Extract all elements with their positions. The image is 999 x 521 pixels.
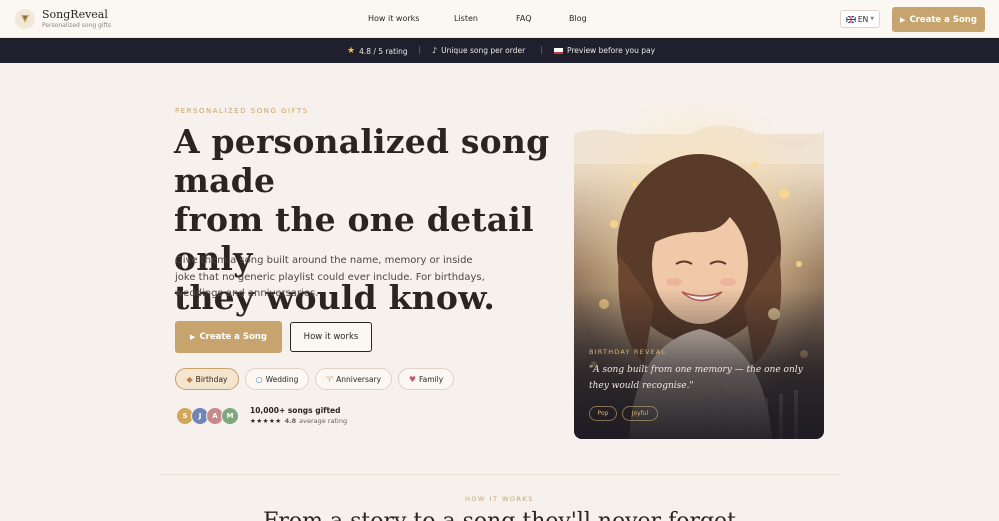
brand-name[interactable]: SongReveal — [42, 8, 108, 21]
play-icon: ▶ — [190, 333, 196, 341]
header-cta-label: Create a Song — [909, 14, 977, 25]
create-song-button[interactable]: ▶ Create a Song — [175, 321, 282, 353]
chip-label: Wedding — [265, 374, 299, 384]
trust-preview-text: Preview before you pay — [567, 46, 656, 55]
trust-preview: Preview before you pay — [554, 46, 655, 55]
rating-stars-icon: ★★★★★ — [250, 417, 282, 425]
rating-value: 4.8 — [284, 417, 297, 425]
language-selector[interactable]: EN ▼ — [840, 10, 880, 28]
occasion-chip-family[interactable]: ♥ Family — [398, 368, 454, 390]
chevron-down-icon: ▼ — [870, 16, 875, 22]
hero-image-card: BIRTHDAY REVEAL "A song built from one m… — [574, 104, 824, 439]
logo-icon[interactable] — [15, 9, 35, 29]
site-header: SongReveal Personalized song gifts How i… — [0, 0, 999, 38]
occasion-chip-anniversary[interactable]: ♈ Anniversary — [315, 368, 392, 390]
hero-eyebrow: PERSONALIZED SONG GIFTS — [175, 107, 309, 115]
chip-label: Anniversary — [336, 374, 382, 384]
occasion-chip-birthday[interactable]: ◆ Birthday — [175, 368, 239, 390]
play-icon: ▶ — [900, 15, 906, 24]
trust-rating: ★ 4.8 / 5 rating — [347, 46, 408, 56]
music-note-icon: ♪ — [432, 46, 438, 55]
uk-flag-icon — [845, 15, 856, 23]
social-proof-title: 10,000+ songs gifted — [250, 406, 341, 415]
trust-rating-text: 4.8 / 5 rating — [359, 46, 408, 56]
social-proof-rating: ★★★★★ 4.8 average rating — [250, 417, 347, 425]
champagne-icon: ♈ — [325, 374, 334, 384]
hero-lead: Give them a song built around the name, … — [175, 255, 485, 299]
cake-icon: ◆ — [186, 374, 193, 384]
nav-listen[interactable]: Listen — [454, 14, 478, 23]
create-song-label: Create a Song — [199, 332, 267, 342]
ring-icon: ○ — [255, 374, 263, 384]
rating-suffix: average rating — [299, 417, 348, 425]
family-icon: ♥ — [408, 374, 417, 384]
card-tag-pop: Pop — [589, 406, 617, 421]
chip-label: Birthday — [195, 374, 228, 384]
trust-bar: ★ 4.8 / 5 rating | ♪ Unique song per ord… — [0, 38, 999, 63]
card-eyebrow: BIRTHDAY REVEAL — [589, 348, 667, 356]
envelope-icon — [554, 47, 563, 54]
nav-blog[interactable]: Blog — [569, 14, 587, 23]
card-tag-joyful: Joyful — [622, 406, 658, 421]
hero-heading-line: A personalized song made — [174, 122, 550, 200]
section-eyebrow: HOW IT WORKS — [465, 495, 534, 503]
chip-label: Family — [419, 374, 444, 384]
trust-unique: ♪ Unique song per order — [432, 46, 525, 55]
trust-unique-text: Unique song per order — [441, 46, 526, 55]
bar-separator: | — [418, 45, 421, 54]
language-label: EN — [857, 14, 869, 24]
star-icon: ★ — [347, 46, 356, 56]
nav-faq[interactable]: FAQ — [516, 14, 532, 23]
brand-tagline: Personalized song gifts — [42, 22, 112, 29]
nav-how-it-works[interactable]: How it works — [368, 14, 419, 23]
how-it-works-button[interactable]: How it works — [290, 322, 372, 352]
bar-separator: | — [540, 45, 543, 54]
card-quote: "A song built from one memory — the one … — [589, 365, 803, 391]
occasion-chip-wedding[interactable]: ○ Wedding — [245, 368, 309, 390]
section-divider — [160, 474, 840, 475]
avatar: M — [221, 407, 239, 425]
header-create-song-button[interactable]: ▶ Create a Song — [892, 7, 985, 32]
section-title: From a story to a song they'll never for… — [0, 509, 999, 521]
